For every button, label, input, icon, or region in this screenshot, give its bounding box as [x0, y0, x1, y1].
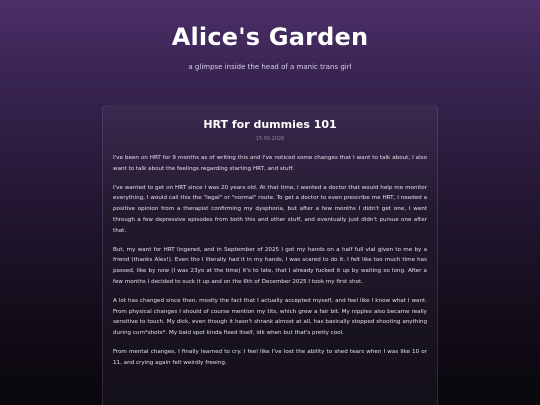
post-body: I've been on HRT for 9 months as of writ… — [113, 153, 427, 369]
post-paragraph: But, my want for HRT lingered, and in Se… — [113, 246, 427, 285]
post-card: HRT for dummies 101 15.09.2026 I've been… — [102, 104, 438, 405]
post-title[interactable]: HRT for dummies 101 — [113, 105, 427, 132]
site-header: Alice's Garden a glimpse inside the head… — [0, 0, 540, 72]
site-title[interactable]: Alice's Garden — [0, 0, 540, 52]
post-date: 15.09.2026 — [255, 136, 285, 142]
post-paragraph: I've been on HRT for 9 months as of writ… — [113, 155, 427, 172]
site-tagline: a glimpse inside the head of a manic tra… — [188, 63, 352, 71]
post-paragraph: A lot has changed since then, mostly the… — [113, 297, 427, 337]
post-paragraph: From mental changes, I finally learned t… — [113, 348, 427, 366]
post-paragraph: I've wanted to get on HRT since I was 20… — [113, 184, 427, 234]
